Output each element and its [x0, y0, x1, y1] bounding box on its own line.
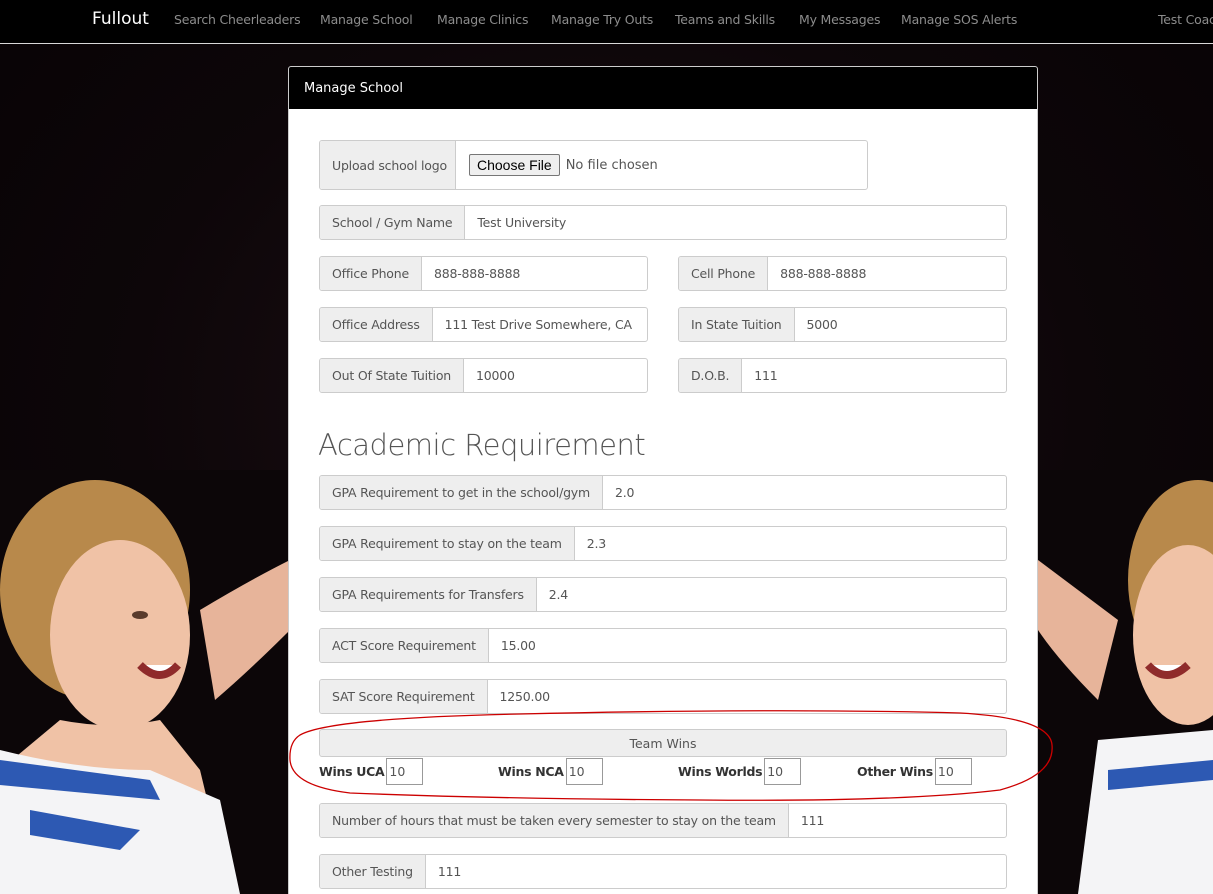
other-wins-label: Other Wins [857, 763, 933, 779]
wins-worlds-group: Wins Worlds [678, 757, 802, 785]
nav-manage-sos-alerts[interactable]: Manage SOS Alerts [901, 12, 1017, 27]
gpa-in-label: GPA Requirement to get in the school/gym [320, 476, 603, 509]
choose-file-button[interactable]: Choose File [469, 154, 560, 176]
file-input[interactable]: Choose File No file chosen [456, 141, 867, 189]
office-phone-label: Office Phone [320, 257, 422, 290]
nav-user-menu[interactable]: Test Coac [1158, 12, 1213, 27]
act-group: ACT Score Requirement [319, 628, 1007, 663]
gpa-in-input[interactable] [603, 476, 1006, 509]
wins-nca-input[interactable] [565, 757, 603, 785]
gpa-transfer-group: GPA Requirements for Transfers [319, 577, 1007, 612]
nav-teams-and-skills[interactable]: Teams and Skills [675, 12, 775, 27]
wins-uca-input[interactable] [386, 757, 424, 785]
hours-group: Number of hours that must be taken every… [319, 803, 1007, 838]
gpa-in-group: GPA Requirement to get in the school/gym [319, 475, 1007, 510]
out-state-tuition-input[interactable] [464, 359, 647, 392]
gpa-stay-group: GPA Requirement to stay on the team [319, 526, 1007, 561]
school-name-input[interactable] [465, 206, 1006, 239]
logo-upload-label: Upload school logo [320, 141, 456, 189]
sat-group: SAT Score Requirement [319, 679, 1007, 714]
hours-label: Number of hours that must be taken every… [320, 804, 789, 837]
dob-group: D.O.B. [678, 358, 1007, 393]
gpa-transfer-label: GPA Requirements for Transfers [320, 578, 537, 611]
office-address-label: Office Address [320, 308, 433, 341]
cheerleader-photo-right [1038, 470, 1213, 894]
hours-input[interactable] [788, 804, 1006, 837]
gpa-stay-label: GPA Requirement to stay on the team [320, 527, 575, 560]
brand-logo[interactable]: Fullout [92, 9, 149, 29]
out-state-tuition-label: Out Of State Tuition [320, 359, 464, 392]
sat-input[interactable] [487, 680, 1006, 713]
logo-upload-group: Upload school logo Choose File No file c… [319, 140, 868, 190]
academic-requirement-title: Academic Requirement [318, 428, 646, 462]
office-address-group: Office Address [319, 307, 648, 342]
office-phone-input[interactable] [421, 257, 647, 290]
act-label: ACT Score Requirement [320, 629, 489, 662]
wins-worlds-label: Wins Worlds [678, 763, 763, 779]
cell-phone-label: Cell Phone [679, 257, 769, 290]
school-name-group: School / Gym Name [319, 205, 1007, 240]
cell-phone-input[interactable] [768, 257, 1006, 290]
school-name-label: School / Gym Name [320, 206, 466, 239]
wins-uca-label: Wins UCA [319, 763, 385, 779]
cell-phone-group: Cell Phone [678, 256, 1007, 291]
wins-worlds-input[interactable] [764, 757, 802, 785]
other-wins-input[interactable] [934, 757, 972, 785]
dob-label: D.O.B. [679, 359, 743, 392]
other-testing-group: Other Testing [319, 854, 1007, 889]
office-phone-group: Office Phone [319, 256, 648, 291]
in-state-tuition-label: In State Tuition [679, 308, 795, 341]
nav-manage-clinics[interactable]: Manage Clinics [437, 12, 528, 27]
dob-input[interactable] [742, 359, 1006, 392]
in-state-tuition-group: In State Tuition [678, 307, 1007, 342]
gpa-transfer-input[interactable] [536, 578, 1006, 611]
nav-my-messages[interactable]: My Messages [799, 12, 880, 27]
office-address-input[interactable] [432, 308, 647, 341]
wins-nca-label: Wins NCA [498, 763, 564, 779]
team-wins-header: Team Wins [319, 729, 1007, 757]
panel-heading: Manage School [289, 67, 1037, 109]
nav-search-cheerleaders[interactable]: Search Cheerleaders [174, 12, 301, 27]
nav-manage-school[interactable]: Manage School [320, 12, 413, 27]
top-navbar: Fullout Search Cheerleaders Manage Schoo… [0, 0, 1213, 44]
wins-uca-group: Wins UCA [319, 757, 424, 785]
other-testing-label: Other Testing [320, 855, 426, 888]
gpa-stay-input[interactable] [574, 527, 1006, 560]
nav-manage-try-outs[interactable]: Manage Try Outs [551, 12, 653, 27]
wins-nca-group: Wins NCA [498, 757, 603, 785]
sat-label: SAT Score Requirement [320, 680, 488, 713]
out-state-tuition-group: Out Of State Tuition [319, 358, 648, 393]
act-input[interactable] [488, 629, 1006, 662]
other-wins-group: Other Wins [857, 757, 972, 785]
cheerleader-photo-left [0, 470, 290, 894]
in-state-tuition-input[interactable] [794, 308, 1006, 341]
other-testing-input[interactable] [425, 855, 1006, 888]
file-status: No file chosen [565, 157, 658, 173]
